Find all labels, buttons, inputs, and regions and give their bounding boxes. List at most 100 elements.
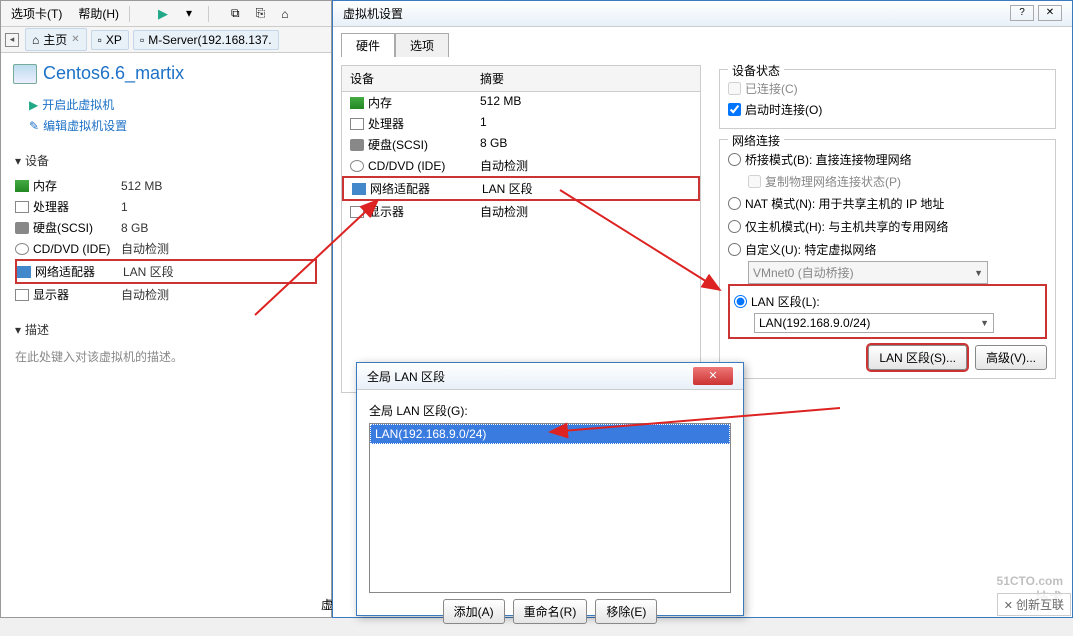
devices-section-title[interactable]: ▾ 设备 bbox=[15, 152, 317, 169]
device-config-panel: 设备状态 已连接(C) 启动时连接(O) 网络连接 桥接模式(B): 直接连接物… bbox=[711, 65, 1064, 393]
description-text[interactable]: 在此处键入对该虚拟机的描述。 bbox=[15, 344, 317, 369]
devices-section: ▾ 设备 内存512 MB 处理器1 硬盘(SCSI)8 GB CD/DVD (… bbox=[1, 144, 331, 313]
network-icon bbox=[17, 266, 31, 278]
tab-xp-label: XP bbox=[106, 33, 122, 47]
custom-label: 自定义(U): 特定虚拟网络 bbox=[745, 241, 876, 258]
play-icon[interactable]: ▶ bbox=[152, 4, 174, 24]
menu-tabs[interactable]: 选项卡(T) bbox=[5, 3, 68, 24]
lan-list-label: 全局 LAN 区段(G): bbox=[369, 402, 731, 419]
chevron-down-icon: ▼ bbox=[974, 268, 983, 278]
hostonly-label: 仅主机模式(H): 与主机共享的专用网络 bbox=[745, 218, 948, 235]
vmware-main-window: 选项卡(T) 帮助(H) ▶ ▾ ⧉ ⎘ ⌂ ◂ ⌂ 主页 ✕ ▫ XP ▫ M… bbox=[0, 0, 332, 618]
replicate-checkbox bbox=[748, 175, 761, 188]
global-lan-segments-dialog: 全局 LAN 区段 ✕ 全局 LAN 区段(G): LAN(192.168.9.… bbox=[356, 362, 744, 616]
device-state-label: 设备状态 bbox=[728, 62, 784, 79]
lan-list-item[interactable]: LAN(192.168.9.0/24) bbox=[370, 424, 730, 444]
nat-radio[interactable] bbox=[728, 197, 741, 210]
start-vm-link[interactable]: ▶开启此虚拟机 bbox=[29, 94, 317, 115]
close-icon[interactable]: ✕ bbox=[71, 34, 79, 45]
custom-radio[interactable] bbox=[728, 243, 741, 256]
help-button[interactable]: ? bbox=[1010, 5, 1034, 21]
cpu-icon bbox=[15, 201, 29, 213]
description-section-title[interactable]: ▾ 描述 bbox=[15, 321, 317, 338]
tab-strip: ◂ ⌂ 主页 ✕ ▫ XP ▫ M-Server(192.168.137. bbox=[1, 27, 331, 53]
device-state-group: 设备状态 已连接(C) 启动时连接(O) bbox=[719, 69, 1056, 129]
device-list-panel: 设备 摘要 内存512 MB 处理器1 硬盘(SCSI)8 GB CD/DVD … bbox=[341, 65, 701, 393]
advanced-button[interactable]: 高级(V)... bbox=[975, 345, 1047, 370]
col-device: 设备 bbox=[342, 66, 472, 91]
vm-actions: ▶开启此虚拟机 ✎ 编辑虚拟机设置 bbox=[1, 94, 331, 144]
edit-vm-link[interactable]: ✎ 编辑虚拟机设置 bbox=[29, 115, 317, 136]
tab-hardware[interactable]: 硬件 bbox=[341, 33, 395, 57]
lan-segments-button[interactable]: LAN 区段(S)... bbox=[868, 345, 967, 370]
tab-mserver[interactable]: ▫ M-Server(192.168.137. bbox=[133, 30, 279, 50]
cd-icon bbox=[350, 160, 364, 172]
replicate-label: 复制物理网络连接状态(P) bbox=[765, 173, 901, 190]
vm-title: Centos6.6_martix bbox=[43, 63, 184, 84]
lan-segment-combo[interactable]: LAN(192.168.9.0/24)▼ bbox=[754, 313, 994, 333]
bridged-radio[interactable] bbox=[728, 153, 741, 166]
dropdown-icon[interactable]: ▾ bbox=[180, 4, 198, 24]
cpu-icon bbox=[350, 118, 364, 130]
device-memory[interactable]: 内存512 MB bbox=[15, 175, 317, 196]
nat-label: NAT 模式(N): 用于共享主机的 IP 地址 bbox=[745, 195, 944, 212]
tab-mserver-label: M-Server(192.168.137. bbox=[148, 33, 271, 47]
edit-vm-label: 编辑虚拟机设置 bbox=[43, 117, 127, 134]
device-hdd[interactable]: 硬盘(SCSI)8 GB bbox=[15, 217, 317, 238]
dev-row-hdd[interactable]: 硬盘(SCSI)8 GB bbox=[342, 134, 700, 155]
lan-dialog-titlebar: 全局 LAN 区段 ✕ bbox=[357, 363, 743, 390]
main-menu: 选项卡(T) 帮助(H) ▶ ▾ ⧉ ⎘ ⌂ bbox=[1, 1, 331, 27]
bridged-label: 桥接模式(B): 直接连接物理网络 bbox=[745, 151, 912, 168]
sidebar-toggle[interactable]: ◂ bbox=[5, 33, 19, 47]
close-button[interactable]: ✕ bbox=[1038, 5, 1062, 21]
tab-home[interactable]: ⌂ 主页 ✕ bbox=[25, 28, 87, 51]
dev-row-memory[interactable]: 内存512 MB bbox=[342, 92, 700, 113]
network-group-label: 网络连接 bbox=[728, 132, 784, 149]
hdd-icon bbox=[15, 222, 29, 234]
dev-row-cd[interactable]: CD/DVD (IDE)自动检测 bbox=[342, 155, 700, 176]
add-button[interactable]: 添加(A) bbox=[443, 599, 505, 624]
memory-icon bbox=[350, 97, 364, 109]
toolbar-icon[interactable]: ⧉ bbox=[225, 4, 246, 23]
edit-icon: ✎ bbox=[29, 119, 39, 133]
tab-options[interactable]: 选项 bbox=[395, 33, 449, 57]
cd-icon bbox=[15, 243, 29, 255]
vmnet-combo: VMnet0 (自动桥接)▼ bbox=[748, 261, 988, 284]
vm-title-row: Centos6.6_martix bbox=[1, 53, 331, 94]
play-icon: ▶ bbox=[29, 98, 38, 112]
lan-segment-label: LAN 区段(L): bbox=[751, 293, 820, 310]
device-cpu[interactable]: 处理器1 bbox=[15, 196, 317, 217]
vm-pc-icon bbox=[13, 64, 37, 84]
close-button[interactable]: ✕ bbox=[693, 367, 733, 385]
network-icon bbox=[352, 183, 366, 195]
tab-xp[interactable]: ▫ XP bbox=[91, 30, 129, 50]
chevron-down-icon: ▼ bbox=[980, 318, 989, 328]
partner-badge: ✕ 创新互联 bbox=[997, 593, 1071, 616]
dev-row-cpu[interactable]: 处理器1 bbox=[342, 113, 700, 134]
display-icon bbox=[350, 206, 364, 218]
device-cd[interactable]: CD/DVD (IDE)自动检测 bbox=[15, 238, 317, 259]
rename-button[interactable]: 重命名(R) bbox=[513, 599, 588, 624]
dev-row-display[interactable]: 显示器自动检测 bbox=[342, 201, 700, 222]
lan-dialog-title: 全局 LAN 区段 bbox=[367, 368, 445, 385]
device-list-header: 设备 摘要 bbox=[342, 66, 700, 92]
toolbar-icon[interactable]: ⌂ bbox=[275, 5, 294, 23]
connect-on-label: 启动时连接(O) bbox=[745, 101, 822, 118]
device-display[interactable]: 显示器自动检测 bbox=[15, 284, 317, 305]
hdd-icon bbox=[350, 139, 364, 151]
network-connection-group: 网络连接 桥接模式(B): 直接连接物理网络 复制物理网络连接状态(P) NAT… bbox=[719, 139, 1056, 379]
lan-segment-radio[interactable] bbox=[734, 295, 747, 308]
description-section: ▾ 描述 在此处键入对该虚拟机的描述。 bbox=[1, 313, 331, 377]
display-icon bbox=[15, 289, 29, 301]
settings-title-text: 虚拟机设置 bbox=[343, 5, 403, 22]
remove-button[interactable]: 移除(E) bbox=[595, 599, 657, 624]
hostonly-radio[interactable] bbox=[728, 220, 741, 233]
menu-help[interactable]: 帮助(H) bbox=[72, 3, 125, 24]
dev-row-network[interactable]: 网络适配器LAN 区段 bbox=[342, 176, 700, 201]
lan-segments-listbox[interactable]: LAN(192.168.9.0/24) bbox=[369, 423, 731, 593]
connect-on-start-checkbox[interactable] bbox=[728, 103, 741, 116]
toolbar-icon[interactable]: ⎘ bbox=[250, 4, 272, 23]
settings-tabs: 硬件 选项 bbox=[333, 27, 1072, 57]
device-network[interactable]: 网络适配器LAN 区段 bbox=[15, 259, 317, 284]
connected-label: 已连接(C) bbox=[745, 80, 798, 97]
